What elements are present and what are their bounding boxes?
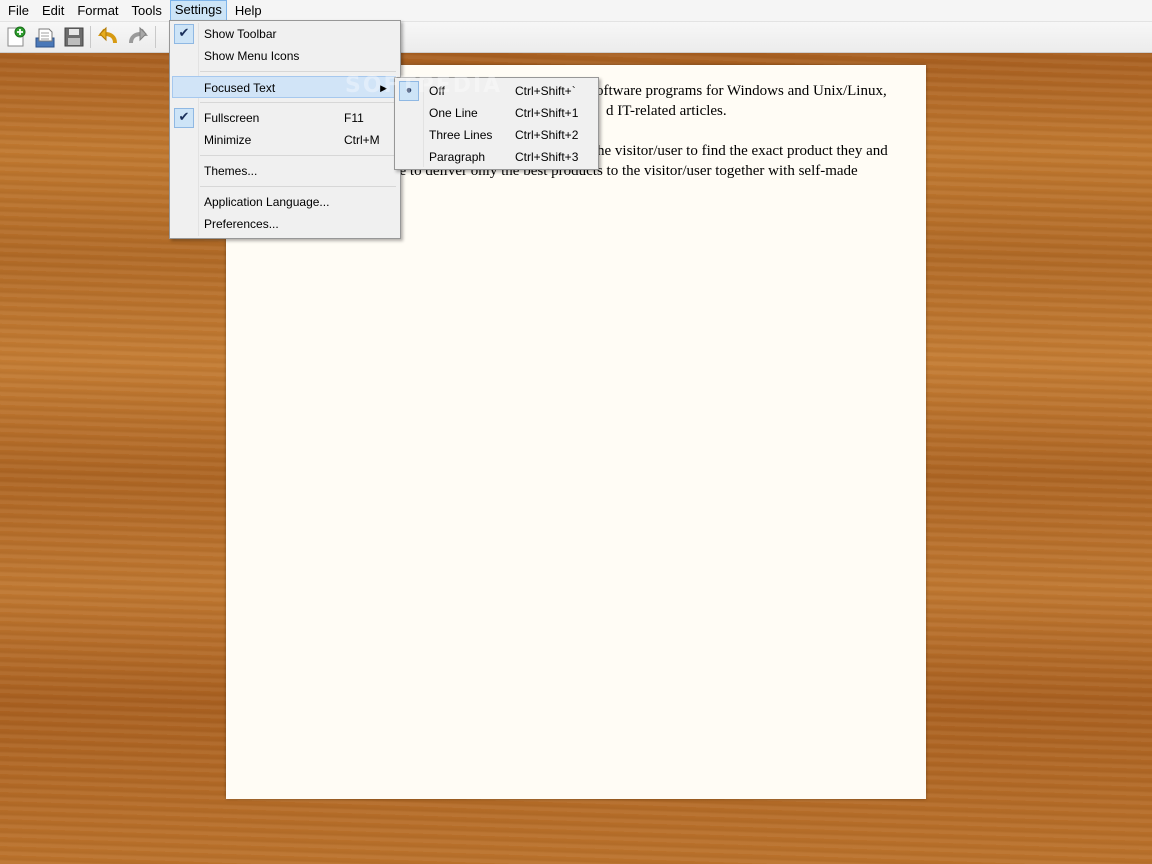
- menu-separator: [200, 155, 396, 156]
- radio-bullet-icon: •: [399, 81, 419, 101]
- toolbar-separator: [90, 26, 91, 48]
- menu-item-themes[interactable]: Themes...: [172, 160, 398, 182]
- focused-text-submenu: • Off Ctrl+Shift+` One Line Ctrl+Shift+1…: [394, 77, 599, 170]
- menu-item-show-toolbar[interactable]: ✔ Show Toolbar: [172, 23, 398, 45]
- menu-format[interactable]: Format: [72, 1, 123, 20]
- menu-item-focus-paragraph[interactable]: Paragraph Ctrl+Shift+3: [397, 146, 596, 168]
- checkmark-icon: ✔: [174, 24, 194, 44]
- menu-item-shortcut: F11: [344, 111, 364, 125]
- menu-item-shortcut: Ctrl+Shift+`: [515, 84, 576, 98]
- settings-menu: ✔ Show Toolbar Show Menu Icons Focused T…: [169, 20, 401, 239]
- toolbar-separator: [155, 26, 156, 48]
- menu-item-label: Fullscreen: [204, 111, 260, 125]
- menu-help[interactable]: Help: [230, 1, 267, 20]
- text-line: he visitor/user to find the exact produc…: [597, 143, 888, 159]
- menu-item-label: One Line: [429, 106, 478, 120]
- menu-item-shortcut: Ctrl+M: [344, 133, 380, 147]
- menu-edit[interactable]: Edit: [37, 1, 69, 20]
- new-document-icon[interactable]: [4, 25, 28, 49]
- menu-item-preferences[interactable]: Preferences...: [172, 213, 398, 235]
- checkmark-icon: ✔: [174, 108, 194, 128]
- menu-item-shortcut: Ctrl+Shift+2: [515, 128, 579, 142]
- menu-item-label: Themes...: [204, 164, 258, 178]
- menu-item-label: Preferences...: [204, 217, 279, 231]
- menu-item-label: Show Menu Icons: [204, 49, 300, 63]
- menu-item-focus-three-lines[interactable]: Three Lines Ctrl+Shift+2: [397, 124, 596, 146]
- menu-item-shortcut: Ctrl+Shift+3: [515, 150, 579, 164]
- menu-item-focus-one-line[interactable]: One Line Ctrl+Shift+1: [397, 102, 596, 124]
- menu-separator: [200, 102, 396, 103]
- menu-separator: [200, 186, 396, 187]
- menu-item-minimize[interactable]: Minimize Ctrl+M: [172, 129, 398, 151]
- menu-item-focus-off[interactable]: • Off Ctrl+Shift+`: [397, 80, 596, 102]
- menu-tools[interactable]: Tools: [127, 1, 167, 20]
- menu-settings[interactable]: Settings: [169, 0, 227, 21]
- menu-item-label: Paragraph: [429, 150, 486, 164]
- menu-bar: File Edit Format Tools Settings Help: [0, 0, 1152, 22]
- menu-item-label: Show Toolbar: [204, 27, 277, 41]
- menu-item-label: Three Lines: [429, 128, 493, 142]
- menu-item-show-menu-icons[interactable]: Show Menu Icons: [172, 45, 398, 67]
- menu-item-label: Off: [429, 84, 445, 98]
- undo-icon[interactable]: [96, 25, 120, 49]
- menu-file[interactable]: File: [3, 1, 34, 20]
- submenu-arrow-icon: ▶: [380, 83, 387, 93]
- menu-item-fullscreen[interactable]: ✔ Fullscreen F11: [172, 107, 398, 129]
- menu-item-label: Application Language...: [204, 195, 330, 209]
- menu-separator: [200, 71, 396, 72]
- save-icon[interactable]: [62, 25, 86, 49]
- text-line: oftware programs for Windows and Unix/Li…: [596, 83, 887, 99]
- menu-item-application-language[interactable]: Application Language...: [172, 191, 398, 213]
- menu-item-label: Minimize: [204, 133, 252, 147]
- menu-item-focused-text[interactable]: Focused Text ▶: [172, 76, 396, 98]
- open-icon[interactable]: [33, 25, 57, 49]
- text-line: d IT-related articles.: [606, 103, 727, 119]
- redo-icon[interactable]: [126, 25, 150, 49]
- menu-item-label: Focused Text: [204, 81, 276, 95]
- menu-item-shortcut: Ctrl+Shift+1: [515, 106, 579, 120]
